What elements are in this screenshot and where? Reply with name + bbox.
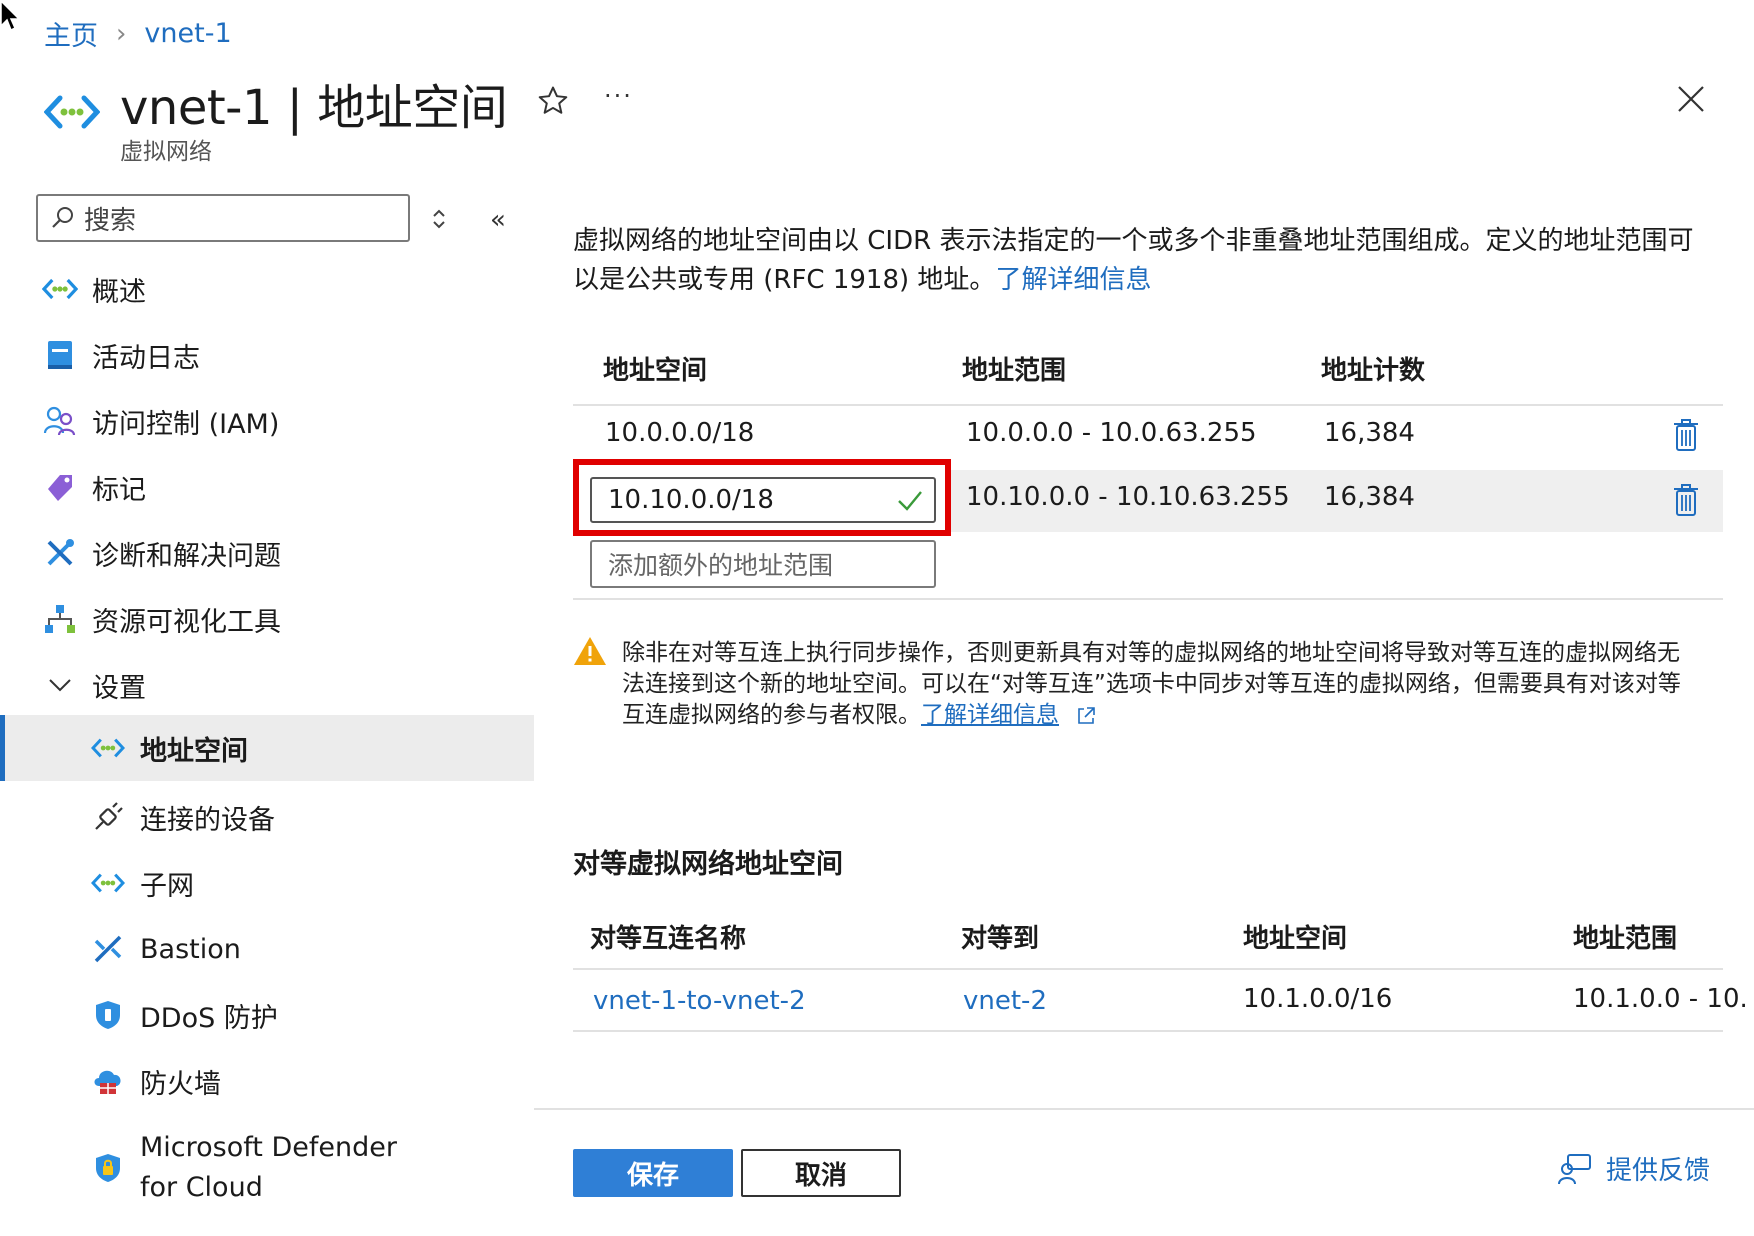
sidebar-item-label: 防火墙 xyxy=(140,1068,221,1100)
sidebar-item-label: Microsoft Defender for Cloud xyxy=(140,1132,397,1203)
page-subtitle: 虚拟网络 xyxy=(120,139,212,165)
column-header-peer-address-space: 地址空间 xyxy=(1243,924,1348,954)
chevron-down-icon xyxy=(40,665,80,705)
sidebar-item-label: 地址空间 xyxy=(140,735,248,767)
column-header-address-range: 地址范围 xyxy=(962,356,1067,386)
wrench-icon xyxy=(40,533,80,573)
column-header-peering-name: 对等互连名称 xyxy=(590,924,747,954)
add-address-range-input[interactable]: 添加额外的地址范围 xyxy=(590,540,936,588)
warning-body: 除非在对等互连上执行同步操作，否则更新具有对等的虚拟网络的地址空间将导致对等互连… xyxy=(622,640,1681,728)
sidebar-item-label: 概述 xyxy=(92,276,146,308)
warning-message: 除非在对等互连上执行同步操作，否则更新具有对等的虚拟网络的地址空间将导致对等互连… xyxy=(622,638,1702,731)
column-header-address-count: 地址计数 xyxy=(1321,356,1426,386)
sidebar-item-label: 资源可视化工具 xyxy=(92,606,281,638)
sidebar-item-label: 设置 xyxy=(92,672,146,704)
column-header-address-space: 地址空间 xyxy=(603,356,708,386)
sidebar-group-settings[interactable]: 设置 xyxy=(0,652,534,718)
delete-icon[interactable] xyxy=(1672,483,1700,517)
address-count-cell: 16,384 xyxy=(1324,418,1415,448)
sidebar-item-diagnose[interactable]: 诊断和解决问题 xyxy=(0,520,534,586)
sidebar-item-label: 子网 xyxy=(140,870,194,902)
tag-icon xyxy=(40,467,80,507)
address-range-cell: 10.0.0.0 - 10.0.63.255 xyxy=(966,418,1257,448)
breadcrumb-home[interactable]: 主页 xyxy=(44,14,98,53)
sidebar-item-label: 访问控制 (IAM) xyxy=(92,408,280,440)
vnet-icon xyxy=(44,92,100,132)
warning-icon xyxy=(573,636,607,666)
peering-header-divider xyxy=(573,968,1723,970)
chevron-right-icon: › xyxy=(116,18,127,49)
sort-toggle-icon[interactable] xyxy=(430,206,448,232)
address-space-cell: 10.0.0.0/18 xyxy=(605,418,755,448)
column-header-peered-to: 对等到 xyxy=(961,924,1040,954)
column-header-peer-address-range: 地址范围 xyxy=(1573,924,1678,954)
address-range-cell: 10.10.0.0 - 10.10.63.255 xyxy=(966,482,1290,512)
star-icon[interactable] xyxy=(536,84,570,118)
cancel-button[interactable]: 取消 xyxy=(741,1149,901,1197)
vnet-icon xyxy=(88,728,128,768)
address-count-cell: 16,384 xyxy=(1324,482,1415,512)
sidebar-item-label: Bastion xyxy=(140,933,241,965)
collapse-sidebar-button[interactable]: « xyxy=(490,205,506,235)
sidebar-item-label: 活动日志 xyxy=(92,342,200,374)
sidebar-item-bastion[interactable]: Bastion xyxy=(0,916,534,982)
peered-vnet-link[interactable]: vnet-2 xyxy=(963,986,1047,1016)
sidebar-item-label: 诊断和解决问题 xyxy=(92,540,281,572)
breadcrumb-current[interactable]: vnet-1 xyxy=(144,18,231,49)
shield-icon xyxy=(88,995,128,1035)
sidebar-item-iam[interactable]: 访问控制 (IAM) xyxy=(0,388,534,454)
external-link-icon xyxy=(1076,706,1096,726)
peering-name-link[interactable]: vnet-1-to-vnet-2 xyxy=(593,986,806,1016)
sidebar-item-connected-devices[interactable]: 连接的设备 xyxy=(0,784,534,850)
peering-bottom-divider xyxy=(573,1030,1723,1032)
iam-icon xyxy=(40,401,80,441)
sidebar-item-overview[interactable]: 概述 xyxy=(0,256,534,322)
sidebar-search-input[interactable]: 搜索 xyxy=(36,194,410,242)
table-bottom-divider xyxy=(573,598,1723,600)
sidebar-item-label: DDoS 防护 xyxy=(140,1002,278,1034)
feedback-label: 提供反馈 xyxy=(1606,1156,1711,1186)
peer-address-space-cell: 10.1.0.0/16 xyxy=(1243,984,1393,1014)
sidebar-item-address-space[interactable]: 地址空间 xyxy=(0,715,534,781)
delete-icon[interactable] xyxy=(1672,418,1700,452)
sidebar-item-firewall[interactable]: 防火墙 xyxy=(0,1048,534,1114)
mouse-cursor-icon xyxy=(0,0,22,32)
resource-visualizer-icon xyxy=(40,599,80,639)
more-options-button[interactable]: ··· xyxy=(604,82,633,110)
sidebar-item-resource-visualizer[interactable]: 资源可视化工具 xyxy=(0,586,534,652)
checkmark-icon xyxy=(896,487,924,513)
defender-icon xyxy=(88,1148,128,1188)
breadcrumb: 主页 › vnet-1 xyxy=(44,14,232,53)
page-title: vnet-1 | 地址空间 xyxy=(120,80,508,136)
address-space-input[interactable]: 10.10.0.0/18 xyxy=(590,477,936,523)
sidebar-item-subnets[interactable]: 子网 xyxy=(0,850,534,916)
sidebar-item-label: 连接的设备 xyxy=(140,804,275,836)
sidebar-item-label: 标记 xyxy=(92,474,146,506)
bastion-icon xyxy=(88,929,128,969)
description-text: 虚拟网络的地址空间由以 CIDR 表示法指定的一个或多个非重叠地址范围组成。定义… xyxy=(573,222,1713,300)
search-placeholder: 搜索 xyxy=(84,205,137,236)
learn-more-link[interactable]: 了解详细信息 xyxy=(995,265,1151,295)
sidebar-item-activity-log[interactable]: 活动日志 xyxy=(0,322,534,388)
vnet-icon xyxy=(40,269,80,309)
close-icon[interactable] xyxy=(1676,84,1706,114)
plug-icon xyxy=(88,797,128,837)
search-icon xyxy=(50,205,76,231)
activity-log-icon xyxy=(40,335,80,375)
sidebar-item-defender[interactable]: Microsoft Defender for Cloud xyxy=(0,1118,534,1218)
feedback-icon xyxy=(1558,1153,1592,1185)
save-button[interactable]: 保存 xyxy=(573,1149,733,1197)
warning-learn-more-link[interactable]: 了解详细信息 xyxy=(921,702,1059,728)
footer-divider xyxy=(534,1108,1754,1110)
sidebar-item-ddos[interactable]: DDoS 防护 xyxy=(0,982,534,1048)
firewall-icon xyxy=(88,1061,128,1101)
peering-section-title: 对等虚拟网络地址空间 xyxy=(573,849,843,880)
address-space-input-value: 10.10.0.0/18 xyxy=(608,485,774,515)
sidebar-item-tags[interactable]: 标记 xyxy=(0,454,534,520)
peer-address-range-cell: 10.1.0.0 - 10. xyxy=(1573,984,1748,1014)
table-header-divider xyxy=(573,404,1723,406)
vnet-icon xyxy=(88,863,128,903)
feedback-button[interactable]: 提供反馈 xyxy=(1558,1150,1710,1187)
